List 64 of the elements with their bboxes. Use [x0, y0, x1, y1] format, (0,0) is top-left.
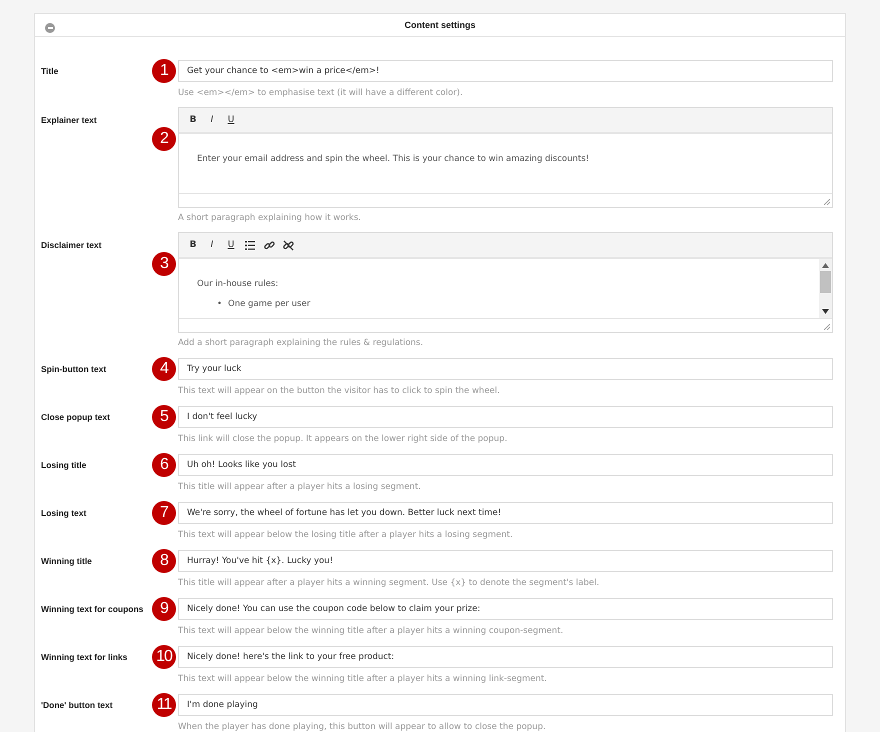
- text-field[interactable]: Uh oh! Looks like you lost: [178, 454, 833, 476]
- number-badge: 9: [152, 597, 176, 621]
- text-field[interactable]: Try your luck: [178, 358, 833, 380]
- scrollbar[interactable]: [819, 259, 832, 318]
- number-badge: 6: [152, 453, 176, 477]
- help-text: This text will appear below the winning title after a player hits a winning coupon-segment.: [178, 626, 564, 636]
- number-badge: 8: [152, 549, 176, 573]
- bold-button[interactable]: B: [185, 237, 201, 253]
- resize-handle-icon[interactable]: [824, 199, 830, 205]
- bullet-item: One game per user: [228, 299, 310, 309]
- help-text: This text will appear on the button the visitor has to click to spin the wheel.: [178, 386, 500, 396]
- help-text: This title will appear after a player hits a winning segment. Use {x} to denote the segment's label.: [178, 578, 600, 588]
- help-text: When the player has done playing, this button will appear to allow to close the popup.: [178, 722, 546, 732]
- field-label: Winning text for links: [41, 651, 128, 662]
- help-text: This text will appear below the winning title after a player hits a winning link-segment.: [178, 674, 547, 684]
- italic-button[interactable]: I: [204, 237, 220, 253]
- number-badge: 11: [152, 693, 176, 717]
- list-icon: [245, 240, 255, 250]
- text-field[interactable]: I don't feel lucky: [178, 406, 833, 428]
- number-badge: 1: [152, 59, 176, 83]
- underline-button[interactable]: U: [223, 112, 239, 128]
- help-text: This title will appear after a player hits a losing segment.: [178, 482, 421, 492]
- text-field[interactable]: Hurray! You've hit {x}. Lucky you!: [178, 550, 833, 572]
- field-label: 'Done' button text: [41, 699, 113, 710]
- field-label: Losing title: [41, 459, 86, 470]
- field-label: Disclaimer text: [41, 239, 102, 250]
- unlink-icon: [282, 240, 294, 250]
- field-label: Spin-button text: [41, 363, 106, 374]
- text-field[interactable]: We're sorry, the wheel of fortune has let you down. Better luck next time!: [178, 502, 833, 524]
- text-field[interactable]: Nicely done! here's the link to your free product:: [178, 646, 833, 668]
- number-badge: 10: [152, 645, 176, 669]
- scroll-up-icon[interactable]: [822, 263, 829, 268]
- editor-paragraph: Our in-house rules:: [197, 279, 278, 289]
- rich-text-editor[interactable]: B I U Our in-house rules: • One game per user: [178, 232, 833, 333]
- resize-handle-icon[interactable]: [824, 324, 830, 330]
- editor-paragraph: Enter your email address and spin the wheel. This is your chance to win amazing discounts!: [197, 154, 590, 164]
- number-badge: 4: [152, 357, 176, 381]
- number-badge: 3: [152, 252, 176, 276]
- field-label: Explainer text: [41, 114, 97, 125]
- panel-title: Content settings: [404, 20, 476, 30]
- help-text: This text will appear below the losing title after a player hits a losing segment.: [178, 530, 513, 540]
- field-label: Close popup text: [41, 411, 110, 422]
- help-text: This link will close the popup. It appears on the lower right side of the popup.: [178, 434, 508, 444]
- collapse-icon[interactable]: [45, 23, 55, 33]
- field-label: Winning text for coupons: [41, 603, 144, 614]
- number-badge: 2: [152, 127, 176, 151]
- text-field[interactable]: Nicely done! You can use the coupon code below to claim your prize:: [178, 598, 833, 620]
- bold-button[interactable]: B: [185, 112, 201, 128]
- number-badge: 7: [152, 501, 176, 525]
- help-text: Use <em></em> to emphasise text (it will have a different color).: [178, 88, 463, 98]
- field-label: Winning title: [41, 555, 92, 566]
- underline-button[interactable]: U: [223, 237, 239, 253]
- number-badge: 5: [152, 405, 176, 429]
- field-label: Title: [41, 65, 58, 76]
- help-text: A short paragraph explaining how it works.: [178, 213, 361, 223]
- text-field[interactable]: I'm done playing: [178, 694, 833, 716]
- bullet-marker: •: [217, 299, 222, 309]
- link-icon: [264, 240, 274, 250]
- rich-text-editor[interactable]: B I U Enter your email address and spin the wheel. This is your chance to win amazing discounts!: [178, 107, 833, 208]
- scroll-down-icon[interactable]: [822, 309, 829, 314]
- text-field[interactable]: Get your chance to <em>win a price</em>!: [178, 60, 833, 82]
- field-label: Losing text: [41, 507, 86, 518]
- italic-button[interactable]: I: [204, 112, 220, 128]
- help-text: Add a short paragraph explaining the rules & regulations.: [178, 338, 424, 348]
